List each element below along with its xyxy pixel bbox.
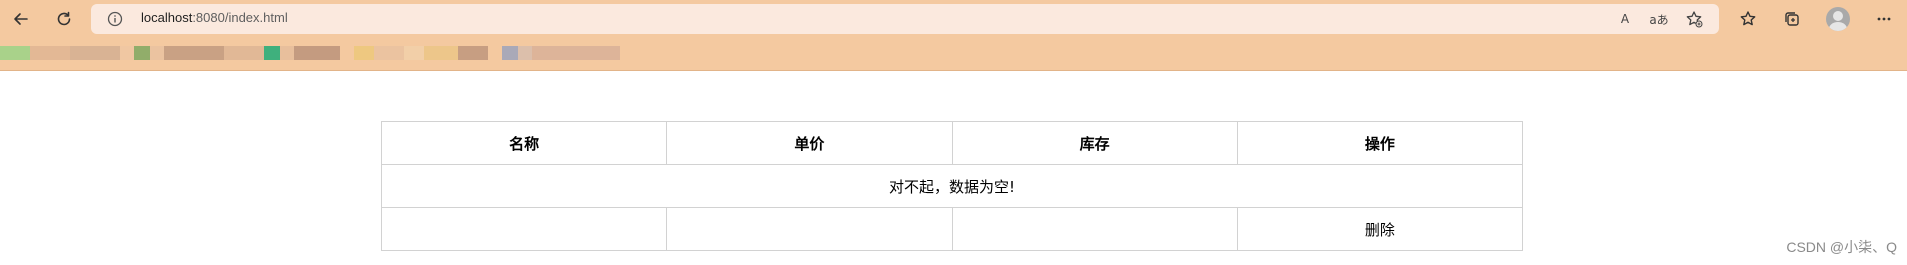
more-dots-icon bbox=[1875, 10, 1893, 28]
url-text[interactable]: localhost:8080/index.html bbox=[141, 10, 288, 25]
cell-stock bbox=[951, 207, 1238, 251]
table-header-row: 名称 单价 库存 操作 bbox=[380, 121, 1524, 165]
back-arrow-icon bbox=[12, 10, 30, 28]
table-row: 删除 bbox=[380, 207, 1524, 251]
site-info-icon[interactable] bbox=[107, 11, 123, 27]
collections-button[interactable] bbox=[1777, 4, 1807, 34]
read-aloud-glyph: A bbox=[1620, 12, 1630, 26]
empty-row: 对不起，数据为空! bbox=[381, 164, 1523, 208]
browser-toolbar: localhost:8080/index.html A aあ bbox=[0, 0, 1907, 38]
favorites-star-icon bbox=[1739, 10, 1757, 28]
refresh-button[interactable] bbox=[49, 4, 79, 34]
refresh-icon bbox=[55, 10, 73, 28]
header-actions: 操作 bbox=[1236, 121, 1524, 165]
add-favorite-icon[interactable] bbox=[1684, 9, 1704, 29]
favorites-button[interactable] bbox=[1733, 4, 1763, 34]
translate-icon[interactable]: aあ bbox=[1649, 9, 1669, 29]
translate-glyph: aあ bbox=[1649, 12, 1669, 27]
header-name: 名称 bbox=[380, 121, 668, 165]
profile-avatar[interactable] bbox=[1826, 7, 1850, 31]
collections-icon bbox=[1783, 10, 1801, 28]
cell-price bbox=[666, 207, 953, 251]
read-aloud-icon[interactable]: A bbox=[1615, 9, 1635, 29]
address-bar[interactable]: localhost:8080/index.html A aあ bbox=[91, 4, 1719, 34]
more-menu-button[interactable] bbox=[1869, 4, 1899, 34]
watermark: CSDN @小柒、Q bbox=[1786, 239, 1897, 255]
header-price: 单价 bbox=[666, 121, 953, 165]
url-path: :8080/index.html bbox=[192, 10, 288, 25]
back-button[interactable] bbox=[6, 4, 36, 34]
delete-link[interactable]: 删除 bbox=[1365, 221, 1395, 239]
cell-actions: 删除 bbox=[1236, 207, 1524, 251]
bookmarks-bar bbox=[0, 38, 1907, 71]
empty-message: 对不起，数据为空! bbox=[381, 164, 1523, 208]
data-table: 名称 单价 库存 操作 对不起，数据为空! 删除 bbox=[380, 121, 1524, 251]
url-host: localhost bbox=[141, 10, 193, 25]
header-stock: 库存 bbox=[951, 121, 1238, 165]
blurred-bookmarks[interactable] bbox=[0, 46, 620, 60]
cell-name bbox=[380, 207, 668, 251]
